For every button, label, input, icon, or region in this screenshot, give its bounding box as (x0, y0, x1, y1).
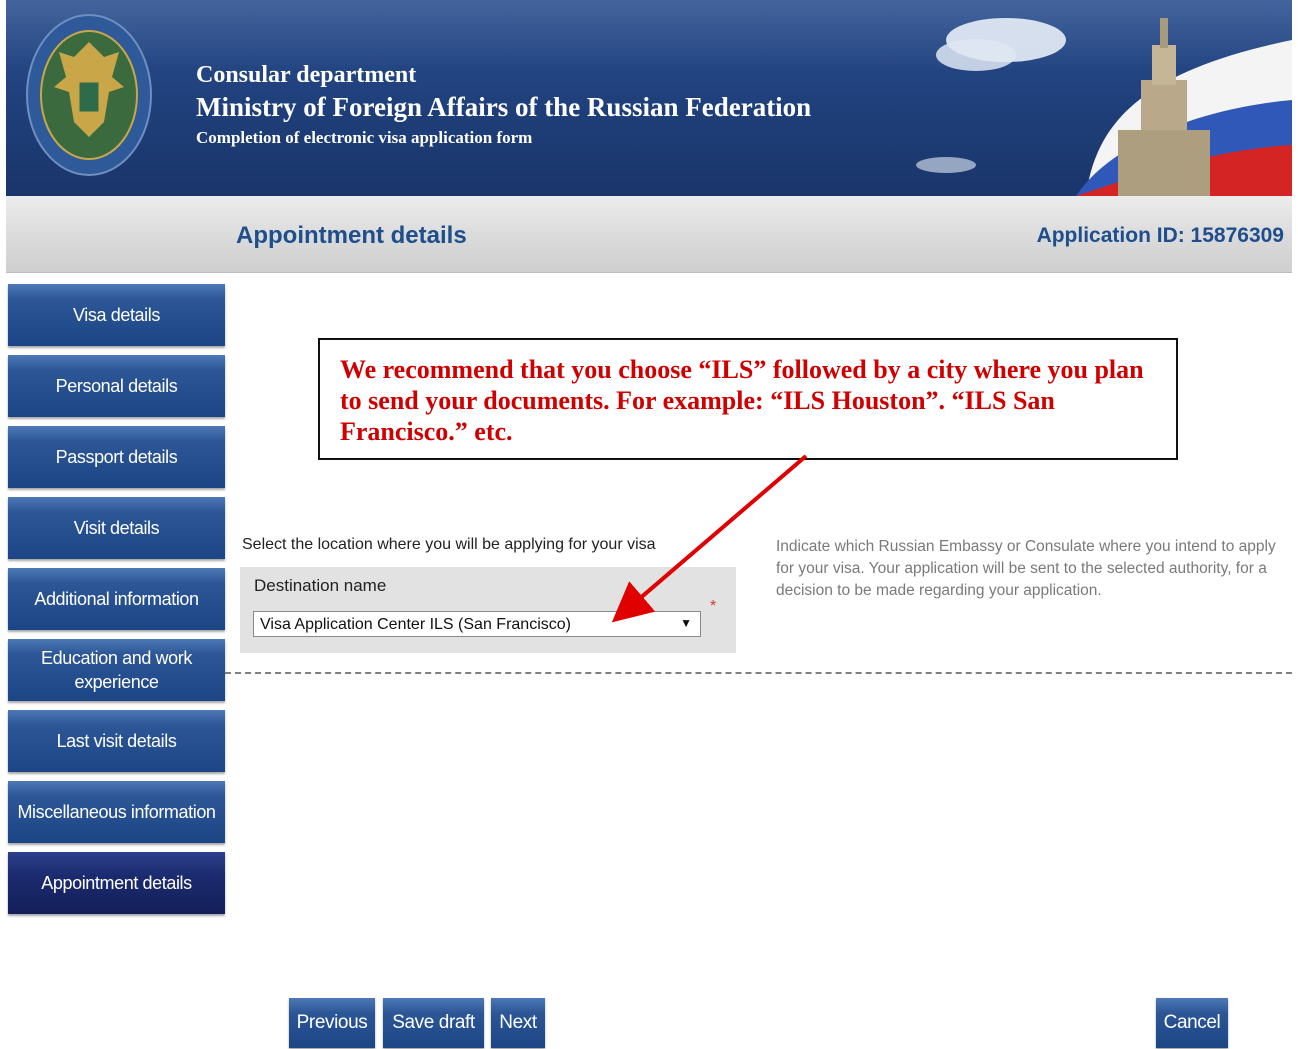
next-button[interactable]: Next (491, 998, 545, 1048)
sidebar-item-visa-details[interactable]: Visa details (8, 284, 225, 346)
sidebar-item-visit-details[interactable]: Visit details (8, 497, 225, 559)
flag-and-building-image (916, 18, 1292, 196)
page-title: Appointment details (236, 222, 467, 249)
sidebar-item-appointment-details[interactable]: Appointment details (8, 852, 225, 914)
sidebar-item-miscellaneous-information[interactable]: Miscellaneous information (8, 781, 225, 843)
previous-button[interactable]: Previous (289, 998, 375, 1048)
recommendation-callout: We recommend that you choose “ILS” follo… (318, 338, 1178, 460)
sidebar-item-additional-information[interactable]: Additional information (8, 568, 225, 630)
sidebar-item-personal-details[interactable]: Personal details (8, 355, 225, 417)
ministry-title: Ministry of Foreign Affairs of the Russi… (196, 92, 812, 122)
cancel-button[interactable]: Cancel (1156, 998, 1228, 1048)
sidebar-item-passport-details[interactable]: Passport details (8, 426, 225, 488)
destination-name-label: Destination name (254, 576, 387, 595)
header-banner: Consular department Ministry of Foreign … (6, 0, 1292, 196)
section-divider (225, 672, 1292, 674)
sidebar-item-education-work[interactable]: Education and work experience (8, 639, 225, 701)
dropdown-arrow-icon: ▼ (680, 616, 692, 630)
destination-select[interactable]: Visa Application Center ILS (San Francis… (253, 611, 701, 637)
destination-selected-value: Visa Application Center ILS (San Francis… (260, 616, 571, 633)
department-title: Consular department (196, 62, 417, 88)
save-draft-button[interactable]: Save draft (383, 998, 484, 1048)
required-asterisk: * (710, 598, 717, 615)
form-subtitle: Completion of electronic visa applicatio… (196, 128, 533, 147)
application-id: Application ID: 15876309 (1036, 224, 1284, 247)
sidebar-item-last-visit-details[interactable]: Last visit details (8, 710, 225, 772)
help-text: Indicate which Russian Embassy or Consul… (776, 538, 1276, 599)
section-label: Select the location where you will be ap… (242, 536, 656, 553)
coat-of-arms-emblem-icon (26, 14, 152, 176)
